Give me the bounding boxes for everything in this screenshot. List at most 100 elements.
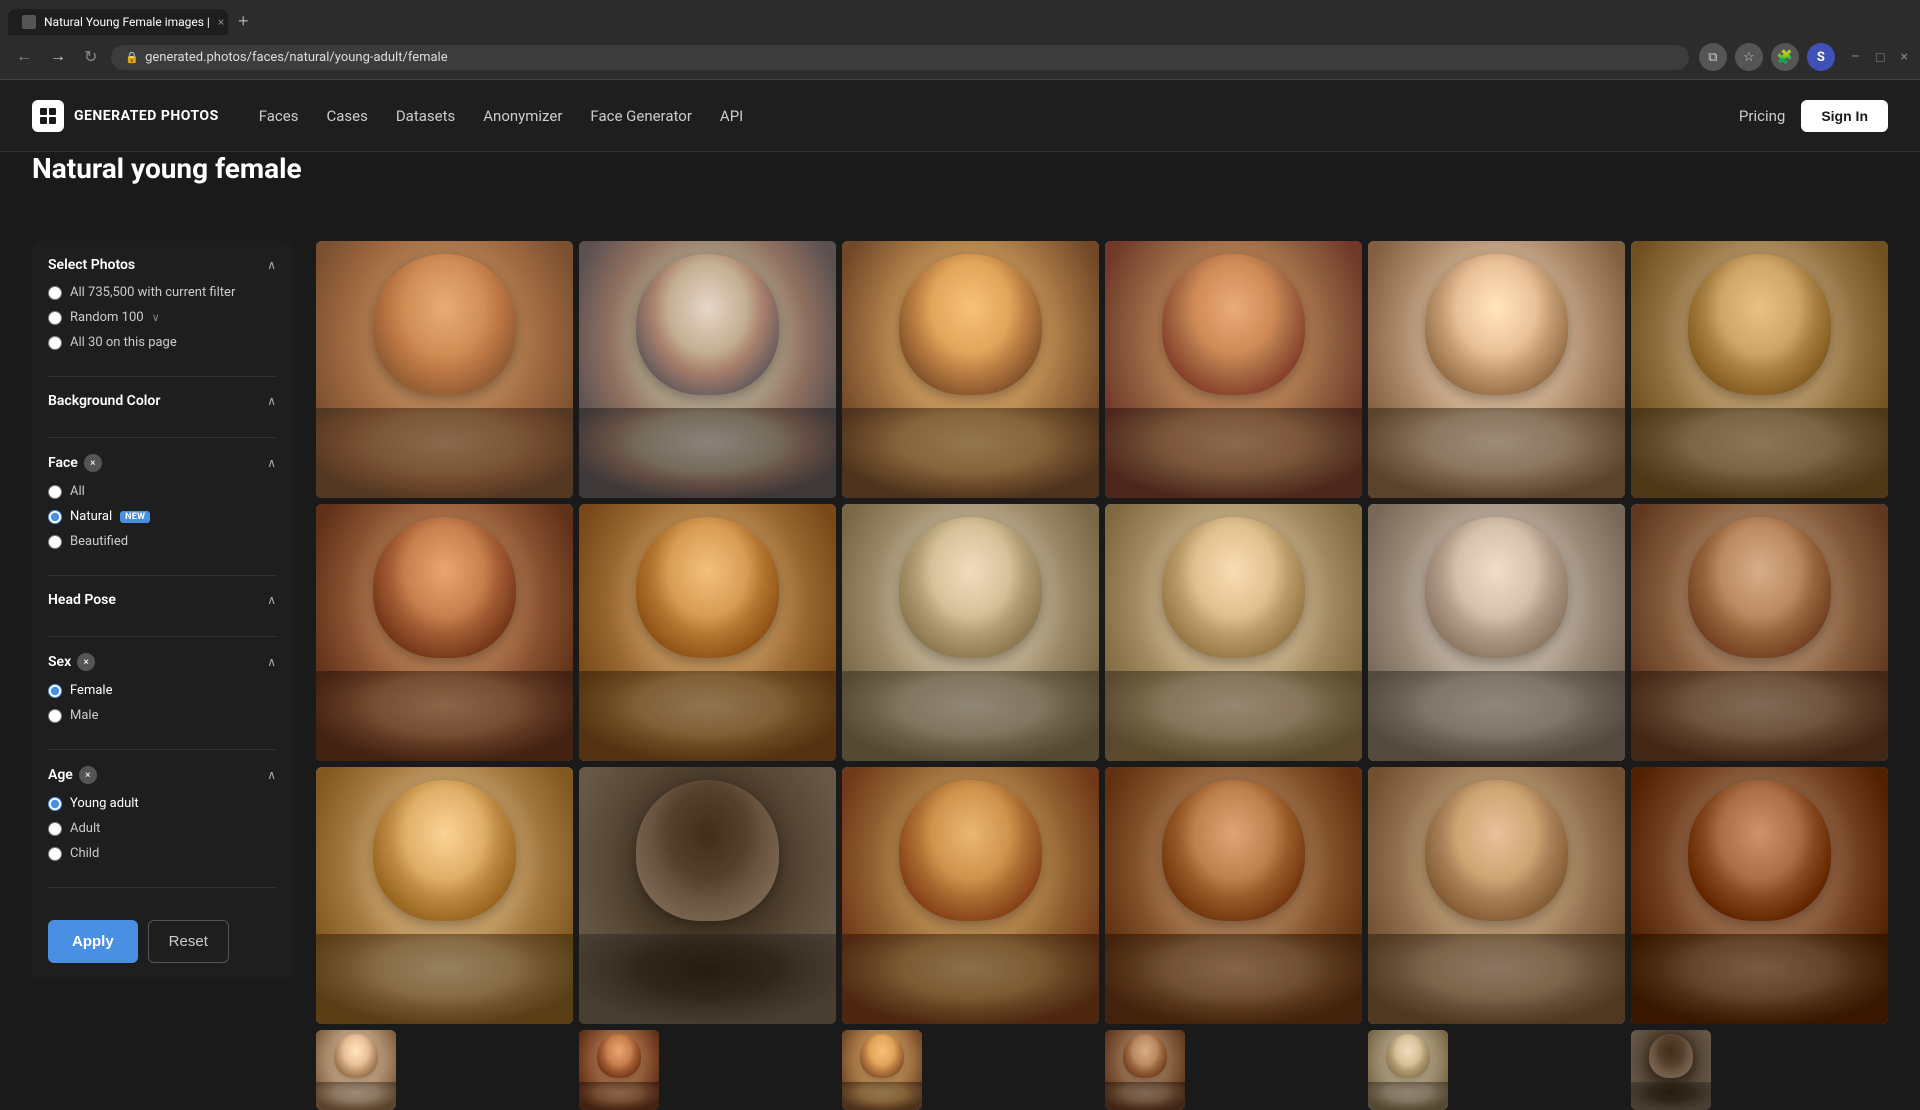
nav-cases[interactable]: Cases xyxy=(326,107,367,125)
face-all-radio[interactable] xyxy=(48,485,62,499)
extensions-icon[interactable]: ⧉ xyxy=(1699,43,1727,71)
minimize-button[interactable]: – xyxy=(1851,49,1860,65)
sex-male-option[interactable]: Male xyxy=(48,708,276,723)
age-child-option[interactable]: Child xyxy=(48,846,276,861)
photo-cell-17[interactable] xyxy=(1368,767,1625,1024)
signin-button[interactable]: Sign In xyxy=(1801,100,1888,132)
age-title-row: Age × xyxy=(48,766,97,784)
select-photos-options: All 735,500 with current filter Random 1… xyxy=(48,285,276,350)
select-page-radio[interactable] xyxy=(48,336,62,350)
select-all-radio[interactable] xyxy=(48,286,62,300)
age-child-radio[interactable] xyxy=(48,847,62,861)
photo-cell-7[interactable] xyxy=(316,504,573,761)
browser-tabs: Natural Young Female images | × + xyxy=(0,0,1920,36)
age-young-adult-label: Young adult xyxy=(70,796,139,811)
head-pose-header[interactable]: Head Pose ∧ xyxy=(48,592,276,608)
nav-face-generator[interactable]: Face Generator xyxy=(590,107,691,125)
face-badge[interactable]: × xyxy=(84,454,102,472)
portrait-17 xyxy=(1368,767,1625,1024)
address-bar[interactable]: 🔒 generated.photos/faces/natural/young-a… xyxy=(111,45,1688,70)
portrait-22 xyxy=(1105,1030,1185,1110)
select-all-option[interactable]: All 735,500 with current filter xyxy=(48,285,276,300)
back-button[interactable]: ← xyxy=(12,44,36,70)
nav-datasets[interactable]: Datasets xyxy=(396,107,455,125)
face-beautified-radio[interactable] xyxy=(48,535,62,549)
age-badge[interactable]: × xyxy=(79,766,97,784)
portrait-8 xyxy=(579,504,836,761)
photo-cell-8[interactable] xyxy=(579,504,836,761)
photo-cell-5[interactable] xyxy=(1368,241,1625,498)
photo-cell-4[interactable] xyxy=(1105,241,1362,498)
select-page-label: All 30 on this page xyxy=(70,335,177,350)
photo-cell-16[interactable] xyxy=(1105,767,1362,1024)
star-icon[interactable]: ☆ xyxy=(1735,43,1763,71)
reset-button[interactable]: Reset xyxy=(148,920,229,963)
photo-cell-9[interactable] xyxy=(842,504,1099,761)
photo-cell-23[interactable] xyxy=(1368,1030,1448,1110)
select-random-radio[interactable] xyxy=(48,311,62,325)
active-tab[interactable]: Natural Young Female images | × xyxy=(8,9,228,35)
photo-cell-2[interactable] xyxy=(579,241,836,498)
age-adult-option[interactable]: Adult xyxy=(48,821,276,836)
sex-female-option[interactable]: Female xyxy=(48,683,276,698)
photo-cell-6[interactable] xyxy=(1631,241,1888,498)
puzzle-icon[interactable]: 🧩 xyxy=(1771,43,1799,71)
photo-cell-12[interactable] xyxy=(1631,504,1888,761)
nav-faces[interactable]: Faces xyxy=(259,107,299,125)
nav-anonymizer[interactable]: Anonymizer xyxy=(483,107,562,125)
portrait-14 xyxy=(579,767,836,1024)
app-navbar: GENERATED PHOTOS Faces Cases Datasets An… xyxy=(0,80,1920,152)
new-tab-button[interactable]: + xyxy=(232,11,255,32)
age-header[interactable]: Age × ∧ xyxy=(48,766,276,784)
user-avatar[interactable]: S xyxy=(1807,43,1835,71)
photo-cell-22[interactable] xyxy=(1105,1030,1185,1110)
photo-cell-20[interactable] xyxy=(579,1030,659,1110)
photo-cell-19[interactable] xyxy=(316,1030,396,1110)
face-header[interactable]: Face × ∧ xyxy=(48,454,276,472)
photo-cell-18[interactable] xyxy=(1631,767,1888,1024)
sex-section: Sex × ∧ Female Male xyxy=(48,653,276,750)
portrait-9 xyxy=(842,504,1099,761)
refresh-button[interactable]: ↻ xyxy=(80,43,101,71)
pricing-link[interactable]: Pricing xyxy=(1739,107,1785,125)
photo-cell-24[interactable] xyxy=(1631,1030,1711,1110)
face-all-option[interactable]: All xyxy=(48,484,276,499)
photo-cell-14[interactable] xyxy=(579,767,836,1024)
select-random-option[interactable]: Random 100 ∨ xyxy=(48,310,276,325)
select-page-option[interactable]: All 30 on this page xyxy=(48,335,276,350)
photo-cell-11[interactable] xyxy=(1368,504,1625,761)
photo-cell-15[interactable] xyxy=(842,767,1099,1024)
select-photos-header[interactable]: Select Photos ∧ xyxy=(48,257,276,273)
photo-cell-21[interactable] xyxy=(842,1030,922,1110)
sex-female-radio[interactable] xyxy=(48,684,62,698)
sex-header[interactable]: Sex × ∧ xyxy=(48,653,276,671)
photo-cell-13[interactable] xyxy=(316,767,573,1024)
face-natural-radio[interactable] xyxy=(48,510,62,524)
sex-chevron: ∧ xyxy=(267,655,276,669)
age-young-adult-radio[interactable] xyxy=(48,797,62,811)
photo-cell-10[interactable] xyxy=(1105,504,1362,761)
face-natural-option[interactable]: Natural NEW xyxy=(48,509,276,524)
face-natural-label: Natural xyxy=(70,509,112,524)
tab-close-icon[interactable]: × xyxy=(218,15,224,29)
age-young-adult-option[interactable]: Young adult xyxy=(48,796,276,811)
photo-cell-3[interactable] xyxy=(842,241,1099,498)
age-chevron: ∧ xyxy=(267,768,276,782)
face-chevron: ∧ xyxy=(267,456,276,470)
background-color-header[interactable]: Background Color ∧ xyxy=(48,393,276,409)
app-logo: GENERATED PHOTOS xyxy=(32,100,219,132)
background-color-chevron: ∧ xyxy=(267,394,276,408)
maximize-button[interactable]: □ xyxy=(1876,49,1884,66)
sex-male-radio[interactable] xyxy=(48,709,62,723)
nav-right: Pricing Sign In xyxy=(1739,100,1888,132)
window-close-button[interactable]: × xyxy=(1901,49,1908,65)
apply-button[interactable]: Apply xyxy=(48,920,138,963)
portrait-4 xyxy=(1105,241,1362,498)
age-adult-radio[interactable] xyxy=(48,822,62,836)
nav-api[interactable]: API xyxy=(720,107,743,125)
photo-cell-1[interactable] xyxy=(316,241,573,498)
portrait-2 xyxy=(579,241,836,498)
face-beautified-option[interactable]: Beautified xyxy=(48,534,276,549)
sex-badge[interactable]: × xyxy=(77,653,95,671)
forward-button[interactable]: → xyxy=(46,44,70,70)
